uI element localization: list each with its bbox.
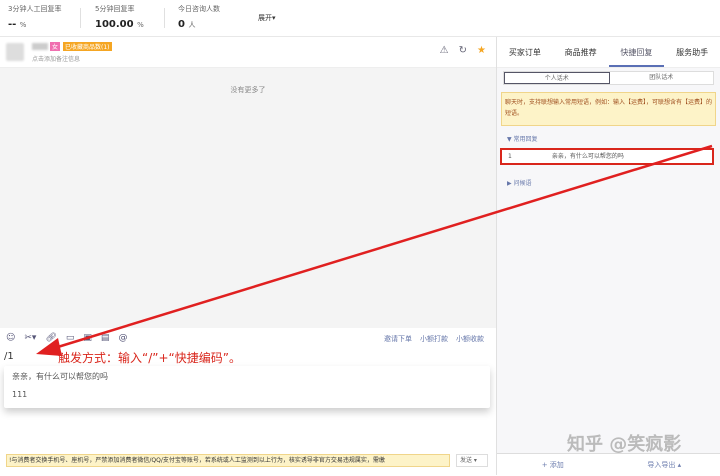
stats-bar: 3分钟人工回复率-- % 5分钟回复率100.00 % 今日咨询人数0 人 展开…	[0, 0, 720, 37]
suggestion-popup: 亲亲，有什么可以帮您的吗 111	[4, 366, 490, 408]
segment-personal[interactable]: 个人话术	[504, 72, 610, 84]
gender-badge: 女	[50, 42, 60, 51]
image-icon[interactable]: ▭	[66, 333, 75, 343]
at-icon[interactable]: @	[118, 333, 127, 343]
small-pay-link[interactable]: 小额打款	[420, 334, 448, 344]
watermark: 知乎 @笑疯影	[567, 430, 681, 456]
scissors-icon[interactable]: ✂▾	[24, 333, 36, 343]
warning-icon[interactable]: ⚠	[440, 45, 449, 56]
suggestion-item[interactable]: 111	[4, 385, 490, 402]
message-input[interactable]: /1	[4, 351, 14, 362]
stat-manual-reply: 3分钟人工回复率-- %	[8, 4, 61, 30]
input-toolbar: ☺ ✂▾ 🔗︎ ▭ ▣ ▤ @	[6, 333, 127, 343]
group-common[interactable]: ▼ 常用回复	[507, 134, 538, 143]
tab-recommend[interactable]: 商品推荐	[553, 37, 609, 67]
segment-team[interactable]: 团队话术	[610, 72, 714, 84]
annotation-text: 触发方式：输入“/”+“快捷编码”。	[58, 349, 241, 366]
avatar[interactable]	[6, 43, 24, 61]
quick-reply-item[interactable]: 1 亲亲，有什么可以帮您的吗	[500, 148, 714, 165]
suggestion-item[interactable]: 亲亲，有什么可以帮您的吗	[4, 366, 490, 385]
warning-bar: !与消费者交换手机号、座机号，严禁添加消费者微信/QQ/支付宝等账号，若系统或人…	[6, 454, 450, 467]
group-greeting[interactable]: ▶ 问候语	[507, 178, 532, 187]
link-icon[interactable]: 🔗︎	[45, 333, 56, 343]
card-icon[interactable]: ▤	[101, 333, 110, 343]
favorites-badge: 已收藏商品数(1)	[63, 42, 112, 51]
customer-name	[32, 43, 48, 50]
small-collect-link[interactable]: 小额收款	[456, 334, 484, 344]
star-icon[interactable]: ★	[477, 45, 486, 56]
message-area: 没有更多了	[0, 68, 496, 328]
chat-header: 女 已收藏商品数(1) 点击添加备注信息 ⚠ ↻ ★	[0, 37, 496, 68]
transfer-icon[interactable]: ↻	[459, 45, 467, 56]
send-label: 发送	[460, 457, 472, 464]
tab-quick-reply[interactable]: 快捷回复	[609, 37, 665, 67]
video-icon[interactable]: ▣	[83, 333, 92, 343]
invite-order-link[interactable]: 邀请下单	[384, 334, 412, 344]
add-note-link[interactable]: 点击添加备注信息	[32, 54, 80, 63]
expand-button[interactable]: 展开▾	[258, 13, 276, 23]
item-text: 亲亲，有什么可以帮您的吗	[552, 153, 624, 160]
divider	[164, 8, 165, 28]
item-code: 1	[508, 153, 512, 160]
tip-box: 聊天时，支持联想输入常用短语，例如：输入【运费】，可联想含有【运费】的短语。	[501, 92, 716, 126]
tab-orders[interactable]: 买家订单	[497, 37, 553, 67]
emoji-icon[interactable]: ☺	[6, 333, 15, 343]
add-button[interactable]: + 添加	[497, 454, 609, 475]
no-more-text: 没有更多了	[0, 85, 496, 95]
send-button[interactable]: 发送 ▾	[456, 454, 488, 467]
stat-consult-count: 今日咨询人数0 人	[178, 4, 220, 30]
side-panel: 买家订单 商品推荐 快捷回复 服务助手 个人话术团队话术 聊天时，支持联想输入常…	[497, 37, 720, 475]
divider	[80, 8, 81, 28]
import-export-button[interactable]: 导入导出 ▴	[609, 454, 720, 475]
stat-reply-rate: 5分钟回复率100.00 %	[95, 4, 144, 30]
chat-panel: 女 已收藏商品数(1) 点击添加备注信息 ⚠ ↻ ★ 没有更多了 ☺ ✂▾ 🔗︎ ▭ ▣ ▤ @…	[0, 37, 497, 475]
tab-assistant[interactable]: 服务助手	[664, 37, 720, 67]
